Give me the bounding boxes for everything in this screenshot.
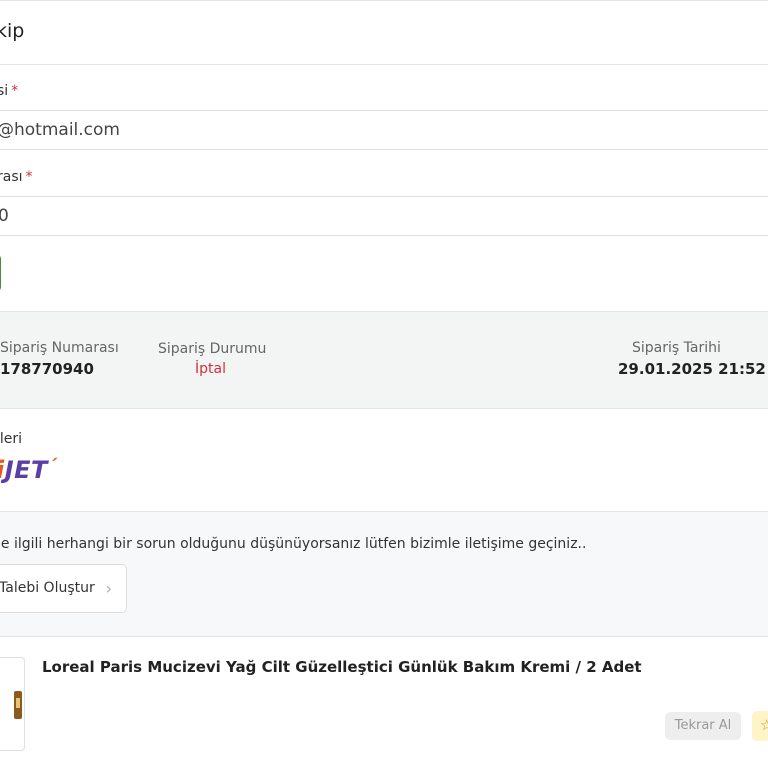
review-button[interactable]: ☆: [752, 711, 768, 741]
order-date-value: 29.01.2025 21:52: [618, 360, 766, 378]
email-label: si *: [0, 83, 19, 99]
product-thumbnail[interactable]: [0, 657, 25, 751]
create-request-button[interactable]: Talebi Oluştur ›: [0, 564, 127, 613]
page-title: kip: [0, 20, 25, 42]
product-title[interactable]: Loreal Paris Mucizevi Yağ Cilt Güzelleşt…: [42, 658, 642, 676]
carrier-logo: iJET´: [0, 456, 58, 484]
order-number-label: rası*: [0, 169, 33, 185]
order-number-label: Sipariş Numarası: [0, 340, 119, 356]
create-request-label: Talebi Oluştur: [0, 580, 95, 596]
order-status-badge: İptal: [195, 361, 226, 377]
required-mark: *: [25, 169, 33, 185]
star-icon: ☆: [760, 716, 768, 734]
shipping-label: ileri: [0, 431, 23, 447]
order-status-label: Sipariş Durumu: [158, 341, 267, 357]
email-value: @hotmail.com: [0, 120, 120, 140]
help-text: le ilgili herhangi bir sorun olduğunu dü…: [0, 536, 587, 552]
top-divider: [0, 0, 768, 1]
order-date-label: Sipariş Tarihi: [632, 340, 721, 356]
order-number-value: 0: [0, 206, 9, 226]
query-button[interactable]: [0, 254, 1, 292]
order-summary: Sipariş Numarası 178770940 Sipariş Durum…: [0, 311, 768, 409]
order-number-value: 178770940: [0, 360, 94, 378]
header-divider: [0, 64, 768, 65]
chevron-right-icon: ›: [105, 579, 112, 598]
reorder-button[interactable]: Tekrar Al: [665, 712, 741, 740]
product-image-label: [16, 698, 20, 708]
email-field[interactable]: @hotmail.com: [0, 110, 768, 150]
required-mark: *: [11, 83, 19, 99]
order-number-field[interactable]: 0: [0, 196, 768, 236]
